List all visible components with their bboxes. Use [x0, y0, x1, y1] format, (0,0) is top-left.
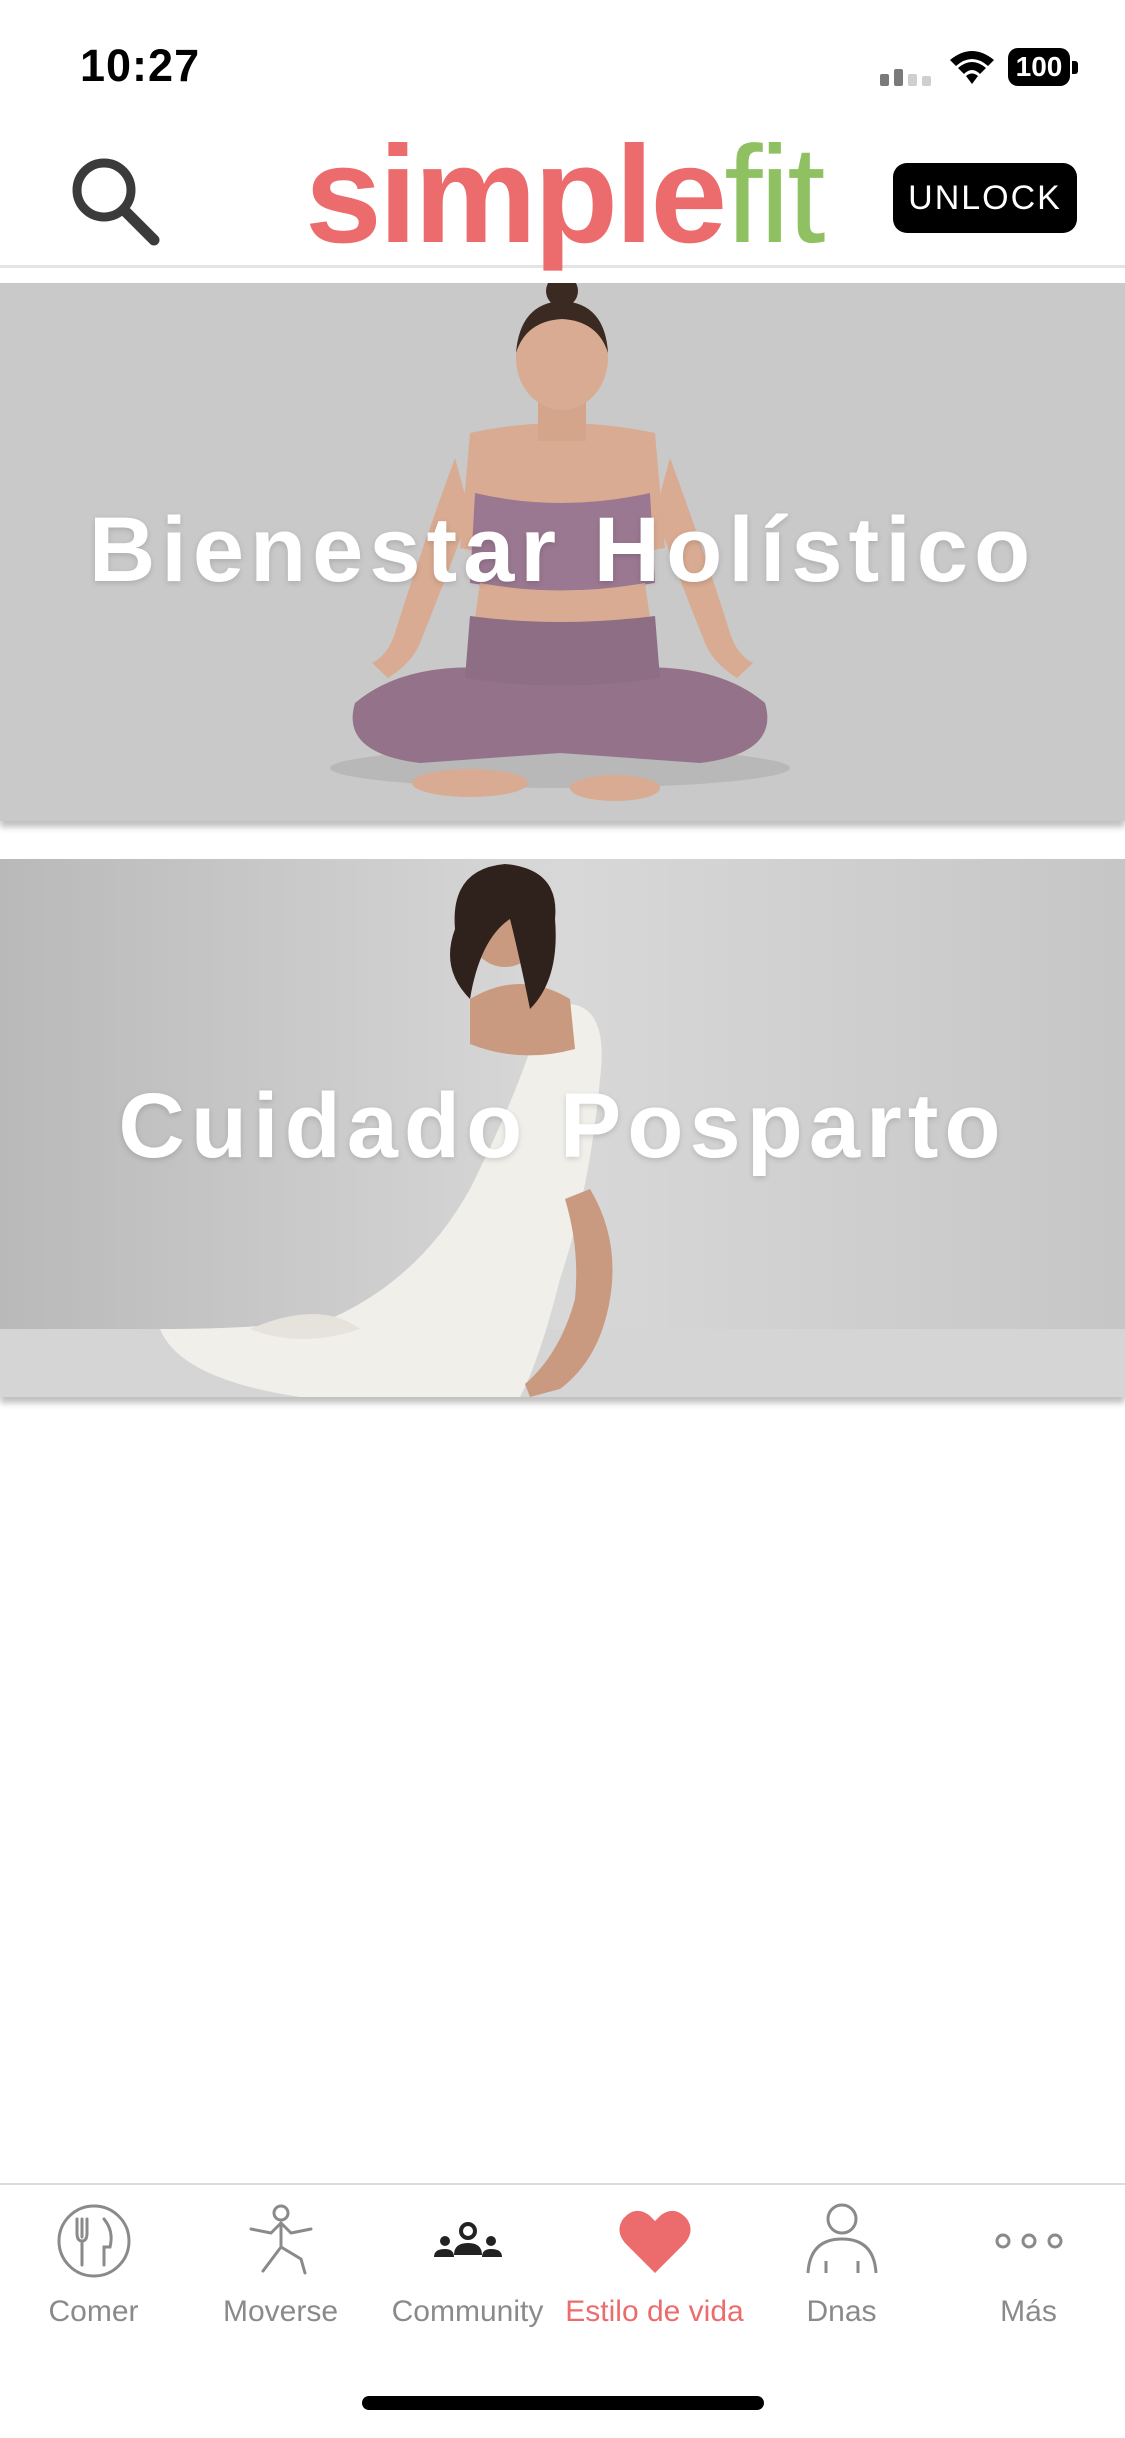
fork-knife-icon: [57, 2204, 130, 2278]
card-title: Bienestar Holístico: [88, 499, 1037, 601]
cellular-signal-icon: [880, 69, 931, 86]
tab-dnas[interactable]: Dnas: [748, 2185, 935, 2345]
status-time: 10:27: [80, 40, 201, 91]
person-icon: [806, 2203, 877, 2274]
status-bar: 10:27 100: [0, 0, 1125, 130]
tab-label: Más: [1000, 2295, 1057, 2328]
card-title: Cuidado Posparto: [118, 1075, 1007, 1177]
heart-icon: [618, 2210, 691, 2273]
tab-label: Community: [391, 2295, 544, 2328]
tab-label: Dnas: [806, 2295, 877, 2328]
unlock-button[interactable]: UNLOCK: [893, 163, 1077, 233]
community-icon: [433, 2222, 502, 2257]
tab-label: Comer: [48, 2295, 139, 2328]
home-indicator[interactable]: [362, 2396, 764, 2410]
tab-mas[interactable]: Más: [935, 2185, 1122, 2345]
card-cuidado-posparto[interactable]: Cuidado Posparto: [0, 859, 1125, 1397]
wifi-icon: [950, 51, 994, 84]
tab-estilo-de-vida[interactable]: Estilo de vida: [561, 2185, 748, 2345]
more-icon: [995, 2233, 1062, 2249]
card-bienestar-holistico[interactable]: Bienestar Holístico: [0, 283, 1125, 821]
battery-level: 100: [1008, 48, 1070, 86]
simplefit-logo: simplefit: [305, 118, 826, 272]
figure-icon: [249, 2204, 312, 2275]
app-header: simplefit UNLOCK: [0, 118, 1125, 272]
tab-label: Estilo de vida: [565, 2295, 744, 2328]
tab-label: Moverse: [222, 2295, 339, 2328]
search-icon[interactable]: [62, 148, 172, 258]
tab-moverse[interactable]: Moverse: [187, 2185, 374, 2345]
tab-comer[interactable]: Comer: [0, 2185, 187, 2345]
tab-community[interactable]: Community: [374, 2185, 561, 2345]
battery-icon: 100: [1008, 48, 1078, 88]
